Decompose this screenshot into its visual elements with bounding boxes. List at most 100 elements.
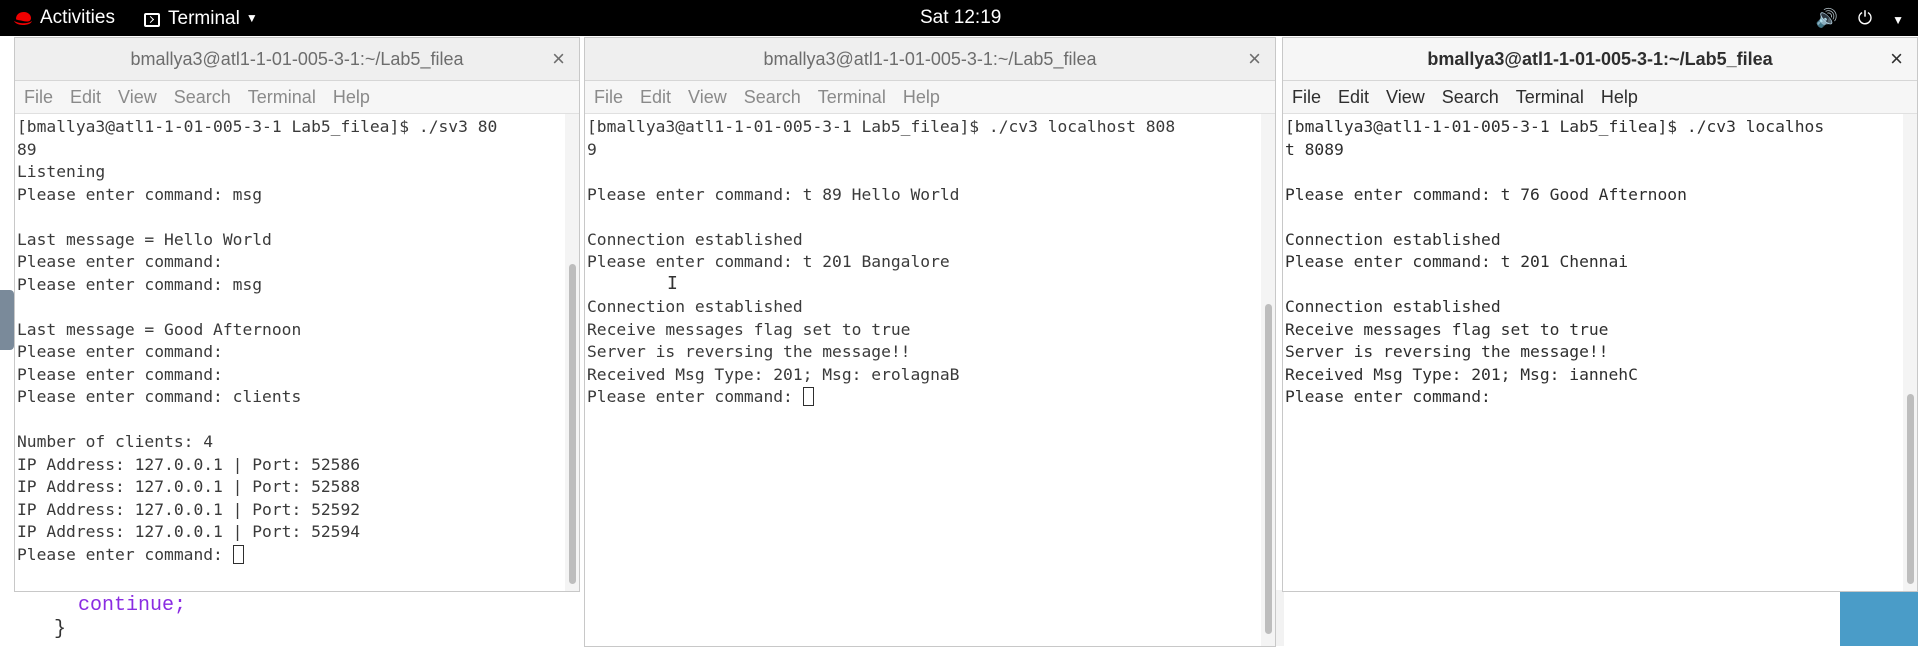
gnome-top-bar: Activities Terminal ▼ Sat 12:19 🔊 ⏻ ▼: [0, 0, 1918, 36]
clock[interactable]: Sat 12:19: [920, 0, 1001, 36]
terminal-line: IP Address: 127.0.0.1 | Port: 52594: [17, 522, 361, 541]
terminal-prompt-line: Please enter command:: [17, 544, 565, 567]
window-title: bmallya3@atl1-1-01-005-3-1:~/Lab5_filea: [763, 49, 1097, 69]
terminal-line: 9: [587, 139, 597, 159]
terminal-line: Connection established: [1285, 229, 1501, 249]
menu-view[interactable]: View: [118, 87, 157, 107]
terminal-line: ​: [1285, 274, 1903, 297]
menu-terminal[interactable]: Terminal: [818, 87, 886, 107]
terminal-window-server[interactable]: bmallya3@atl1-1-01-005-3-1:~/Lab5_filea …: [14, 37, 580, 592]
terminal-line: ​: [17, 296, 565, 319]
terminal-line: Last message = Good Afternoon: [17, 319, 302, 339]
menu-edit[interactable]: Edit: [70, 87, 101, 107]
window-title: bmallya3@atl1-1-01-005-3-1:~/Lab5_filea: [130, 49, 464, 69]
menu-view[interactable]: View: [1386, 87, 1425, 107]
scrollbar[interactable]: [565, 114, 579, 591]
close-icon[interactable]: ×: [552, 38, 565, 80]
terminal-line: Please enter command:: [17, 364, 223, 384]
terminal-line: Receive messages flag set to true: [1285, 319, 1609, 339]
app-menu-terminal[interactable]: Terminal ▼: [144, 0, 258, 36]
terminal-output[interactable]: [bmallya3@atl1-1-01-005-3-1 Lab5_filea]$…: [15, 114, 565, 591]
terminal-line: ​: [587, 274, 1261, 297]
terminal-line: IP Address: 127.0.0.1 | Port: 52588: [17, 477, 361, 496]
system-menu[interactable]: 🔊 ⏻ ▼: [1795, 0, 1904, 36]
activities-button[interactable]: Activities: [40, 0, 115, 36]
menu-terminal[interactable]: Terminal: [1516, 87, 1584, 107]
terminal-line: t 8089: [1285, 139, 1344, 159]
menu-edit[interactable]: Edit: [640, 87, 671, 107]
menu-file[interactable]: File: [594, 87, 623, 107]
terminal-line: ​: [17, 409, 565, 432]
background-accent: [1840, 592, 1918, 646]
terminal-line: Last message = Hello World: [17, 229, 272, 249]
redhat-logo-icon: [14, 12, 32, 25]
terminal-prompt: Please enter command:: [587, 387, 803, 406]
menu-search[interactable]: Search: [744, 87, 801, 107]
scrollbar[interactable]: [1903, 114, 1917, 591]
terminal-line: Please enter command: t 201 Bangalore: [587, 252, 950, 271]
terminal-line: [bmallya3@atl1-1-01-005-3-1 Lab5_filea]$…: [17, 117, 498, 136]
terminal-output[interactable]: [bmallya3@atl1-1-01-005-3-1 Lab5_filea]$…: [585, 114, 1261, 646]
terminal-line: Listening: [17, 162, 106, 181]
mouse-ibeam-cursor: I: [667, 273, 678, 294]
terminal-line: Connection established: [587, 229, 803, 249]
menu-view[interactable]: View: [688, 87, 727, 107]
terminal-icon: [144, 13, 160, 27]
terminal-line: Server is reversing the message!!: [1285, 342, 1609, 361]
terminal-window-client-2[interactable]: bmallya3@atl1-1-01-005-3-1:~/Lab5_filea …: [1282, 37, 1918, 592]
scrollbar-thumb[interactable]: [1265, 304, 1272, 634]
scrollbar[interactable]: [1261, 114, 1275, 646]
app-menu-label: Terminal: [168, 8, 240, 29]
terminal-line: [bmallya3@atl1-1-01-005-3-1 Lab5_filea]$…: [1285, 117, 1825, 136]
terminal-line: IP Address: 127.0.0.1 | Port: 52586: [17, 454, 361, 474]
window-titlebar[interactable]: bmallya3@atl1-1-01-005-3-1:~/Lab5_filea …: [15, 38, 579, 81]
menu-help[interactable]: Help: [333, 87, 370, 107]
menu-search[interactable]: Search: [1442, 87, 1499, 107]
menu-help[interactable]: Help: [1601, 87, 1638, 107]
terminal-line: Please enter command: msg: [17, 274, 263, 294]
terminal-line: Please enter command: t 76 Good Afternoo…: [1285, 184, 1687, 204]
terminal-line: Please enter command:: [17, 342, 223, 361]
menu-search[interactable]: Search: [174, 87, 231, 107]
terminal-line: [bmallya3@atl1-1-01-005-3-1 Lab5_filea]$…: [587, 117, 1176, 136]
terminal-window-client-1[interactable]: bmallya3@atl1-1-01-005-3-1:~/Lab5_filea …: [584, 37, 1276, 647]
terminal-line: Number of clients: 4: [17, 432, 214, 451]
terminal-line: Please enter command: msg: [17, 184, 263, 204]
terminal-line: ​: [17, 206, 565, 229]
background-editor: continue; }: [0, 590, 590, 646]
window-titlebar[interactable]: bmallya3@atl1-1-01-005-3-1:~/Lab5_filea …: [585, 38, 1275, 81]
scrollbar-thumb[interactable]: [569, 264, 576, 584]
terminal-line: 89: [17, 139, 37, 159]
terminal-line: Connection established: [587, 297, 803, 316]
power-icon: ⏻: [1857, 8, 1873, 28]
terminal-line: Please enter command: t 89 Hello World: [587, 184, 960, 204]
window-titlebar[interactable]: bmallya3@atl1-1-01-005-3-1:~/Lab5_filea …: [1283, 38, 1917, 81]
volume-icon: 🔊: [1815, 8, 1838, 28]
menu-bar: File Edit View Search Terminal Help: [1283, 81, 1917, 114]
menu-help[interactable]: Help: [903, 87, 940, 107]
scrollbar-thumb[interactable]: [1907, 394, 1914, 584]
menu-file[interactable]: File: [24, 87, 53, 107]
terminal-line: Connection established: [1285, 297, 1501, 316]
terminal-line: IP Address: 127.0.0.1 | Port: 52592: [17, 499, 361, 519]
menu-bar: File Edit View Search Terminal Help: [15, 81, 579, 114]
menu-terminal[interactable]: Terminal: [248, 87, 316, 107]
terminal-line: ​: [1285, 161, 1903, 184]
terminal-line: ​: [1285, 206, 1903, 229]
chevron-down-icon: ▼: [245, 11, 258, 25]
side-dock-handle[interactable]: [0, 290, 14, 350]
menu-file[interactable]: File: [1292, 87, 1321, 107]
terminal-output[interactable]: [bmallya3@atl1-1-01-005-3-1 Lab5_filea]$…: [1283, 114, 1903, 591]
chevron-down-icon: ▼: [1892, 13, 1904, 27]
terminal-prompt-line: Please enter command:: [587, 386, 1261, 409]
menu-bar: File Edit View Search Terminal Help: [585, 81, 1275, 114]
text-cursor: [232, 544, 244, 564]
close-icon[interactable]: ×: [1890, 38, 1903, 80]
terminal-line: ​: [587, 161, 1261, 184]
terminal-line: Received Msg Type: 201; Msg: iannehC: [1285, 364, 1638, 384]
menu-edit[interactable]: Edit: [1338, 87, 1369, 107]
terminal-line: Please enter command: t 201 Chennai: [1285, 252, 1629, 271]
close-icon[interactable]: ×: [1248, 38, 1261, 80]
terminal-line: Please enter command:: [1285, 387, 1491, 406]
terminal-line: Receive messages flag set to true: [587, 319, 911, 339]
